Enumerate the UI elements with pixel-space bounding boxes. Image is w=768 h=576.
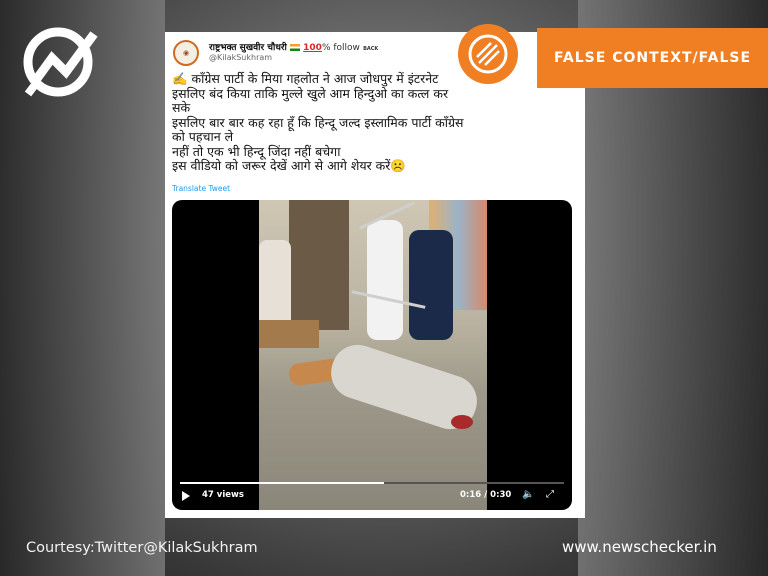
video-time: 0:16 / 0:30 (460, 490, 512, 500)
tweet-line: इसलिए बार बार कह रहा हूँ कि हिन्दू जल्द … (172, 114, 464, 130)
tweet-line: नहीं तो एक भी हिन्दू जिंदा नहीं बचेगा (172, 143, 341, 159)
hundred-emoji: 100 (303, 43, 322, 53)
tweet-line: इसलिए बंद किया ताकि मुल्ले खुले आम हिन्द… (172, 85, 449, 101)
tweet-username[interactable]: राष्ट्रभक्त सुखवीर चौधरी 100% follow BAC… (209, 40, 378, 53)
newschecker-logo-icon (23, 27, 98, 97)
tweet-line: ✍️ काँग्रेस पार्टी के मिया गहलोत ने आज ज… (172, 71, 439, 86)
verdict-text: FALSE CONTEXT/FALSE (553, 50, 752, 66)
tweet-line: इस वीडियो को जरूर देखें आगे से आगे शेयर … (172, 158, 406, 173)
tweet-card: ◉ राष्ट्रभक्त सुखवीर चौधरी 100% follow B… (165, 32, 585, 518)
volume-icon[interactable]: 🔈 (522, 489, 534, 500)
play-icon[interactable] (182, 491, 190, 501)
scene-person (409, 230, 453, 340)
translate-tweet-link[interactable]: Translate Tweet (172, 184, 230, 193)
scene-doorway (289, 200, 349, 330)
verdict-badge: FALSE CONTEXT/FALSE (537, 28, 768, 88)
scene-bench (259, 320, 319, 348)
video-views: 47 views (202, 490, 244, 500)
courtesy-caption: Courtesy:Twitter@KilakSukhram (26, 540, 258, 556)
scene-blood (451, 415, 473, 429)
video-progress-fill (180, 482, 384, 484)
tweet-line: सके (172, 100, 191, 115)
tweet-handle[interactable]: @KilakSukhram (209, 53, 272, 62)
video-player[interactable]: 47 views 0:16 / 0:30 🔈 ⤢ (172, 200, 572, 510)
video-controls: 47 views 0:16 / 0:30 🔈 ⤢ (172, 480, 572, 510)
tweet-line: को पहचान ले (172, 129, 234, 144)
follow-text: % follow (321, 43, 360, 53)
scene-person (367, 220, 403, 340)
username-text: राष्ट्रभक्त सुखवीर चौधरी (209, 43, 287, 53)
video-frame (259, 200, 487, 510)
back-emoji: BACK (363, 46, 379, 52)
fullscreen-icon[interactable]: ⤢ (546, 489, 554, 500)
avatar[interactable]: ◉ (173, 40, 199, 66)
india-flag-icon (290, 44, 301, 51)
false-context-stamp-icon (458, 24, 518, 84)
scene-person (259, 240, 291, 330)
video-progress-bar[interactable] (180, 482, 564, 484)
tweet-text: ✍️ काँग्रेस पार्टी के मिया गहलोत ने आज ज… (172, 71, 572, 174)
site-url: www.newschecker.in (562, 538, 717, 556)
